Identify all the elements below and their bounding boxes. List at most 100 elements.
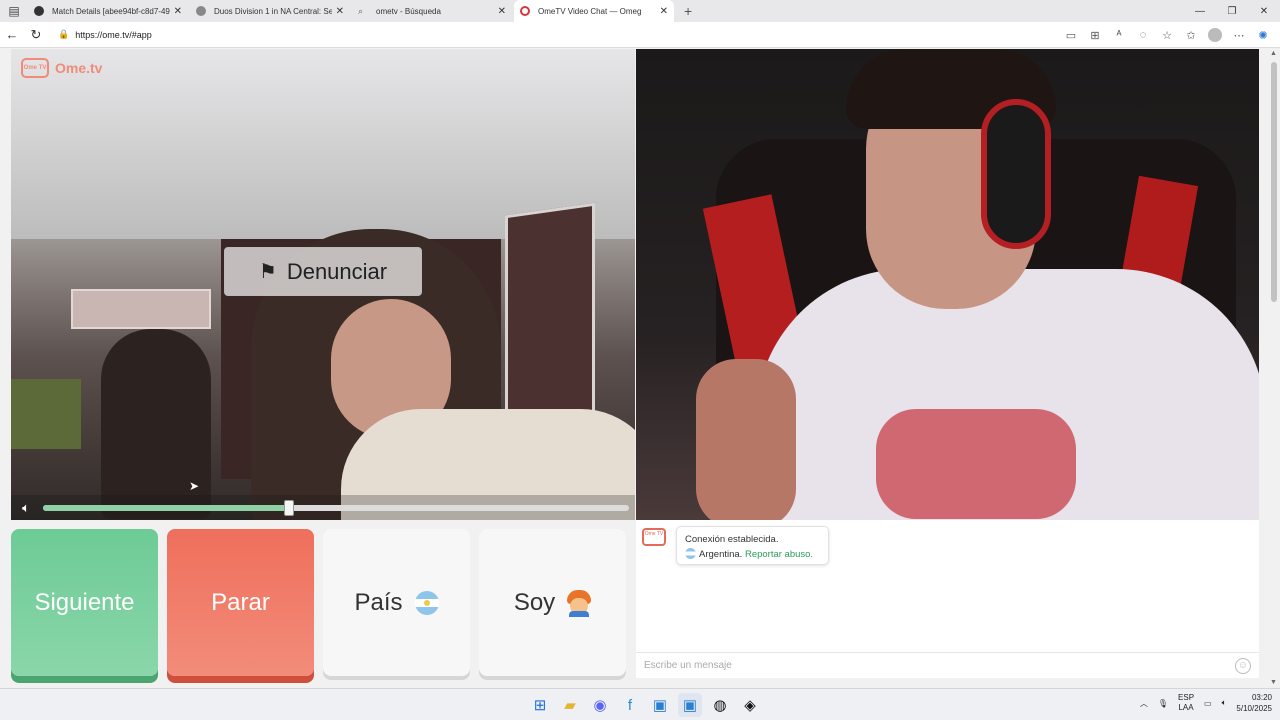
close-window-icon[interactable]: ✕ <box>1248 0 1280 22</box>
url-field[interactable]: 🔒 https://ome.tv/#app <box>54 24 1054 45</box>
page-scrollbar[interactable]: ▲ ▼ <box>1268 48 1280 688</box>
translate-icon[interactable]: ᴬ <box>1108 25 1130 45</box>
argentina-flag-icon <box>414 590 439 615</box>
report-button-label: Denunciar <box>286 258 388 284</box>
facebook-icon[interactable]: f <box>618 693 642 717</box>
mouse-cursor-icon: ➤ <box>189 479 200 493</box>
back-arrow-icon[interactable]: ← <box>0 27 24 42</box>
file-explorer-icon[interactable]: ▰ <box>558 693 582 717</box>
volume-slider[interactable] <box>43 500 629 516</box>
game-launcher-icon[interactable]: ◈ <box>738 693 762 717</box>
address-toolbar: ← ↻ 🔒 https://ome.tv/#app ▭ ⊞ ᴬ ◌ ☆ ✩ ⋯ … <box>0 22 1280 48</box>
country-button[interactable]: País <box>323 529 470 676</box>
favorites-list-icon[interactable]: ✩ <box>1180 25 1202 45</box>
message-placeholder: Escribe un mensaje <box>644 660 732 671</box>
copilot-icon[interactable]: ✺ <box>1252 25 1274 45</box>
report-button[interactable]: ⚑ Denunciar <box>224 247 422 296</box>
close-tab-icon[interactable]: ✕ <box>174 6 182 17</box>
lang-code: ESP <box>1178 693 1195 702</box>
restore-icon[interactable]: ❐ <box>1216 0 1248 22</box>
emoji-shirt <box>569 610 590 617</box>
message-input[interactable]: Escribe un mensaje ☺ <box>636 652 1259 678</box>
argentina-flag-icon <box>685 548 696 559</box>
stop-button-label: Parar <box>211 588 270 616</box>
report-abuse-link[interactable]: Reportar abuso. <box>745 549 813 560</box>
volume-slider-handle[interactable] <box>284 500 295 516</box>
volume-tray-icon[interactable]: 🔈︎ <box>1222 698 1227 708</box>
search-icon: ⌕ <box>358 6 364 16</box>
clock-date: 5/10/2025 <box>1236 704 1272 713</box>
refresh-icon[interactable]: ↻ <box>24 27 48 43</box>
tab-duos-division[interactable]: Duos Division 1 in NA Central: Se ✕ <box>190 0 350 22</box>
windows-taskbar: ⊞ ▰ ◉ f ▣ ▣ ◍ ◈ ︿ 🎙︎ ESP LAA ▭ 🔈︎ 03:20 … <box>0 688 1280 720</box>
tab-ometv-chat[interactable]: OmeTV Video Chat — Omeg ✕ <box>514 0 674 22</box>
app-window-icon[interactable]: ▣ <box>648 693 672 717</box>
system-message: Conexión establecida. Argentina. Reporta… <box>676 526 829 565</box>
system-tray: ︿ 🎙︎ ESP LAA ▭ 🔈︎ 03:20 5/10/2025 <box>1140 692 1272 714</box>
tab-match-details[interactable]: Match Details [abee94bf-c8d7-49 ✕ <box>28 0 188 22</box>
gender-button-label: Soy <box>513 588 556 616</box>
close-tab-icon[interactable]: ✕ <box>498 6 506 17</box>
minimize-icon[interactable]: — <box>1184 0 1216 22</box>
ometv-logo-text: Ome.tv <box>55 60 103 76</box>
browser-taskbar-icon[interactable]: ▣ <box>678 693 702 717</box>
ometv-page: Ome TV Ome.tv ⚑ Denunciar 🔈︎ ➤ Siguiente <box>0 48 1280 688</box>
profile-avatar[interactable] <box>1208 28 1222 42</box>
gender-button[interactable]: Soy <box>479 529 626 676</box>
tab-ometv-search[interactable]: ⌕ ometv - Búsqueda ✕ <box>352 0 512 22</box>
discord-icon[interactable]: ◉ <box>588 693 612 717</box>
next-button-label: Siguiente <box>34 588 135 616</box>
scroll-up-icon[interactable]: ▲ <box>1270 50 1277 57</box>
volume-slider-fill <box>43 505 290 511</box>
globe-icon <box>196 6 206 16</box>
start-icon[interactable]: ⊞ <box>528 693 552 717</box>
microphone-icon[interactable]: 🎙︎ <box>1158 699 1168 708</box>
video-shelf <box>71 289 211 329</box>
tab-title: Match Details [abee94bf-c8d7-49 <box>52 6 170 16</box>
new-tab-button[interactable]: + <box>684 3 692 19</box>
clock-time: 03:20 <box>1251 693 1272 702</box>
volume-bar: 🔈︎ <box>11 495 635 520</box>
settings-more-icon[interactable]: ⋯ <box>1228 25 1250 45</box>
speaker-icon[interactable]: 🔈︎ <box>13 500 39 516</box>
url-text: https://ome.tv/#app <box>75 29 152 40</box>
next-button[interactable]: Siguiente <box>11 529 158 676</box>
tab-title: Duos Division 1 in NA Central: Se <box>214 6 332 16</box>
ometv-logo-mark: Ome TV <box>21 58 49 78</box>
lang-layout: LAA <box>1178 703 1194 712</box>
ometv-icon <box>520 6 530 16</box>
clock[interactable]: 03:20 5/10/2025 <box>1236 692 1272 714</box>
country-line: Argentina. Reportar abuso. <box>685 547 820 562</box>
language-indicator[interactable]: ESP LAA <box>1178 693 1194 713</box>
stop-button[interactable]: Parar <box>167 529 314 676</box>
game-icon <box>34 6 44 16</box>
country-button-label: País <box>354 588 403 616</box>
close-tab-icon[interactable]: ✕ <box>660 6 668 17</box>
chat-ometv-logo-icon: Ome TV <box>642 528 666 546</box>
tray-chevron-icon[interactable]: ︿ <box>1140 698 1148 709</box>
boy-emoji-icon <box>567 589 592 617</box>
video-picture <box>11 379 81 449</box>
stranger-video: Ome TV Ome.tv ⚑ Denunciar 🔈︎ ➤ <box>11 49 635 520</box>
lock-icon[interactable]: 🔒 <box>58 29 69 40</box>
emoji-picker-icon[interactable]: ☺ <box>1235 658 1251 674</box>
tab-actions-menu-icon[interactable]: ▤ <box>0 0 28 22</box>
scrollbar-thumb[interactable] <box>1271 62 1277 302</box>
window-controls: — ❐ ✕ <box>1184 0 1280 22</box>
more-tools-icon[interactable]: ◌ <box>1132 25 1154 45</box>
network-icon[interactable]: ▭ <box>1204 699 1212 708</box>
video-shirt-print <box>876 409 1076 519</box>
country-label: Argentina. <box>699 549 743 560</box>
self-video <box>636 49 1259 520</box>
ometv-logo: Ome TV Ome.tv <box>21 58 102 78</box>
scroll-down-icon[interactable]: ▼ <box>1270 679 1277 686</box>
close-tab-icon[interactable]: ✕ <box>336 6 344 17</box>
obs-icon[interactable]: ◍ <box>708 693 732 717</box>
tab-title: OmeTV Video Chat — Omeg <box>538 6 642 16</box>
flag-icon: ⚑ <box>258 261 277 283</box>
app-install-icon[interactable]: ⊞ <box>1084 25 1106 45</box>
taskbar-apps: ⊞ ▰ ◉ f ▣ ▣ ◍ ◈ <box>528 693 762 717</box>
chat-panel: Ome TV Conexión establecida. Argentina. … <box>636 520 1259 678</box>
camera-icon[interactable]: ▭ <box>1060 25 1082 45</box>
favorite-star-icon[interactable]: ☆ <box>1156 25 1178 45</box>
